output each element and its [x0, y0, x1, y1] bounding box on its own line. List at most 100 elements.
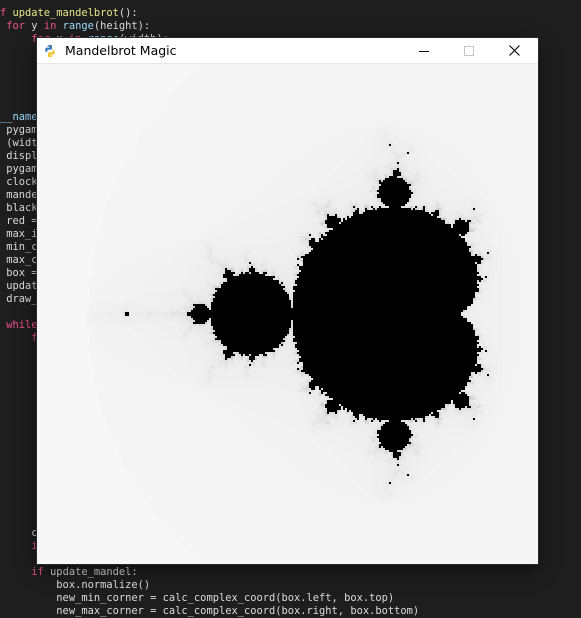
- fractal-span: [283, 278, 287, 280]
- fractal-span: [195, 302, 197, 304]
- fractal-span: [201, 366, 207, 368]
- fractal-span: [481, 214, 483, 216]
- maximize-button[interactable]: [446, 38, 492, 63]
- fractal-span: [503, 338, 525, 340]
- fractal-span: [485, 258, 487, 260]
- fractal-span: [479, 290, 481, 292]
- fractal-span: [477, 166, 515, 168]
- fractal-span: [507, 408, 538, 410]
- fractal-span: [469, 250, 471, 252]
- fractal-span: [381, 140, 383, 142]
- fractal-span: [37, 338, 89, 340]
- fractal-span: [277, 170, 335, 172]
- fractal-span: [177, 326, 183, 328]
- fractal-span: [387, 154, 391, 156]
- fractal-span: [497, 150, 538, 152]
- fractal-span: [109, 270, 157, 272]
- fractal-span: [503, 378, 517, 380]
- minimize-button[interactable]: [401, 38, 447, 63]
- fractal-span: [483, 340, 485, 342]
- fractal-span: [481, 254, 483, 256]
- fractal-span: [363, 206, 365, 208]
- fractal-span: [487, 364, 489, 366]
- fractal-span: [423, 194, 439, 196]
- fractal-span: [185, 334, 187, 336]
- fractal-span: [153, 308, 161, 310]
- fractal-span: [223, 262, 225, 264]
- fractal-span: [95, 338, 141, 340]
- fractal-span: [325, 232, 467, 234]
- fractal-span: [163, 310, 165, 312]
- fractal-span: [485, 222, 489, 224]
- fractal-span: [225, 272, 235, 274]
- fractal-span: [319, 220, 321, 222]
- fractal-span: [371, 182, 373, 184]
- fractal-span: [37, 88, 177, 90]
- fractal-span: [407, 172, 411, 174]
- close-button[interactable]: [491, 38, 537, 63]
- fractal-span: [521, 366, 538, 368]
- fractal-span: [245, 258, 247, 260]
- fractal-span: [93, 272, 107, 274]
- fractal-span: [219, 278, 221, 280]
- fractal-span: [385, 142, 387, 144]
- fractal-span: [281, 280, 283, 282]
- fractal-span: [205, 342, 207, 344]
- fractal-span: [369, 176, 371, 178]
- fractal-span: [201, 340, 205, 342]
- fractal-span: [37, 160, 125, 162]
- fractal-span: [477, 384, 489, 386]
- fractal-span: [429, 154, 465, 156]
- fractal-span: [157, 312, 159, 314]
- fractal-span: [481, 378, 485, 380]
- fractal-span: [473, 228, 475, 230]
- fractal-span: [185, 274, 191, 276]
- fractal-span: [213, 376, 245, 378]
- fractal-span: [477, 362, 479, 364]
- fractal-span: [209, 340, 211, 342]
- fractal-span: [207, 296, 209, 298]
- fractal-span: [303, 406, 313, 408]
- fractal-span: [325, 212, 327, 214]
- fractal-span: [281, 350, 291, 352]
- fractal-span: [393, 174, 401, 176]
- fractal-span: [89, 336, 93, 338]
- fractal-span: [299, 376, 301, 378]
- fractal-span: [91, 314, 97, 316]
- fractal-span: [289, 330, 293, 332]
- fractal-span: [471, 408, 473, 410]
- fractal-span: [217, 286, 219, 288]
- fractal-span: [433, 178, 459, 180]
- fractal-span: [471, 306, 473, 308]
- fractal-span: [461, 150, 497, 152]
- fractal-span: [125, 310, 127, 312]
- fractal-span: [297, 272, 299, 274]
- fractal-span: [313, 206, 315, 208]
- fractal-span: [419, 162, 425, 164]
- fractal-span: [487, 356, 491, 358]
- fractal-span: [255, 260, 257, 262]
- fractal-span: [519, 374, 538, 376]
- fractal-span: [439, 212, 441, 214]
- fractal-span: [179, 340, 181, 342]
- fractal-span: [297, 236, 299, 238]
- fractal-span: [383, 168, 387, 170]
- fractal-span: [297, 208, 305, 210]
- fractal-span: [297, 380, 301, 382]
- fractal-span: [491, 378, 493, 380]
- fractal-span: [377, 154, 387, 156]
- fractal-span: [143, 176, 269, 178]
- fractal-span: [473, 300, 475, 302]
- fractal-span: [95, 248, 99, 250]
- code-line: box.normalize(): [0, 579, 150, 592]
- fractal-span: [37, 238, 97, 240]
- fractal-span: [131, 152, 169, 154]
- title-bar[interactable]: Mandelbrot Magic: [37, 38, 538, 64]
- fractal-span: [479, 300, 483, 302]
- mandelbrot-canvas[interactable]: [37, 64, 538, 564]
- fractal-span: [489, 258, 491, 260]
- fractal-span: [485, 388, 493, 390]
- fractal-span: [493, 242, 501, 244]
- fractal-span: [231, 260, 233, 262]
- code-token: clock: [0, 176, 38, 188]
